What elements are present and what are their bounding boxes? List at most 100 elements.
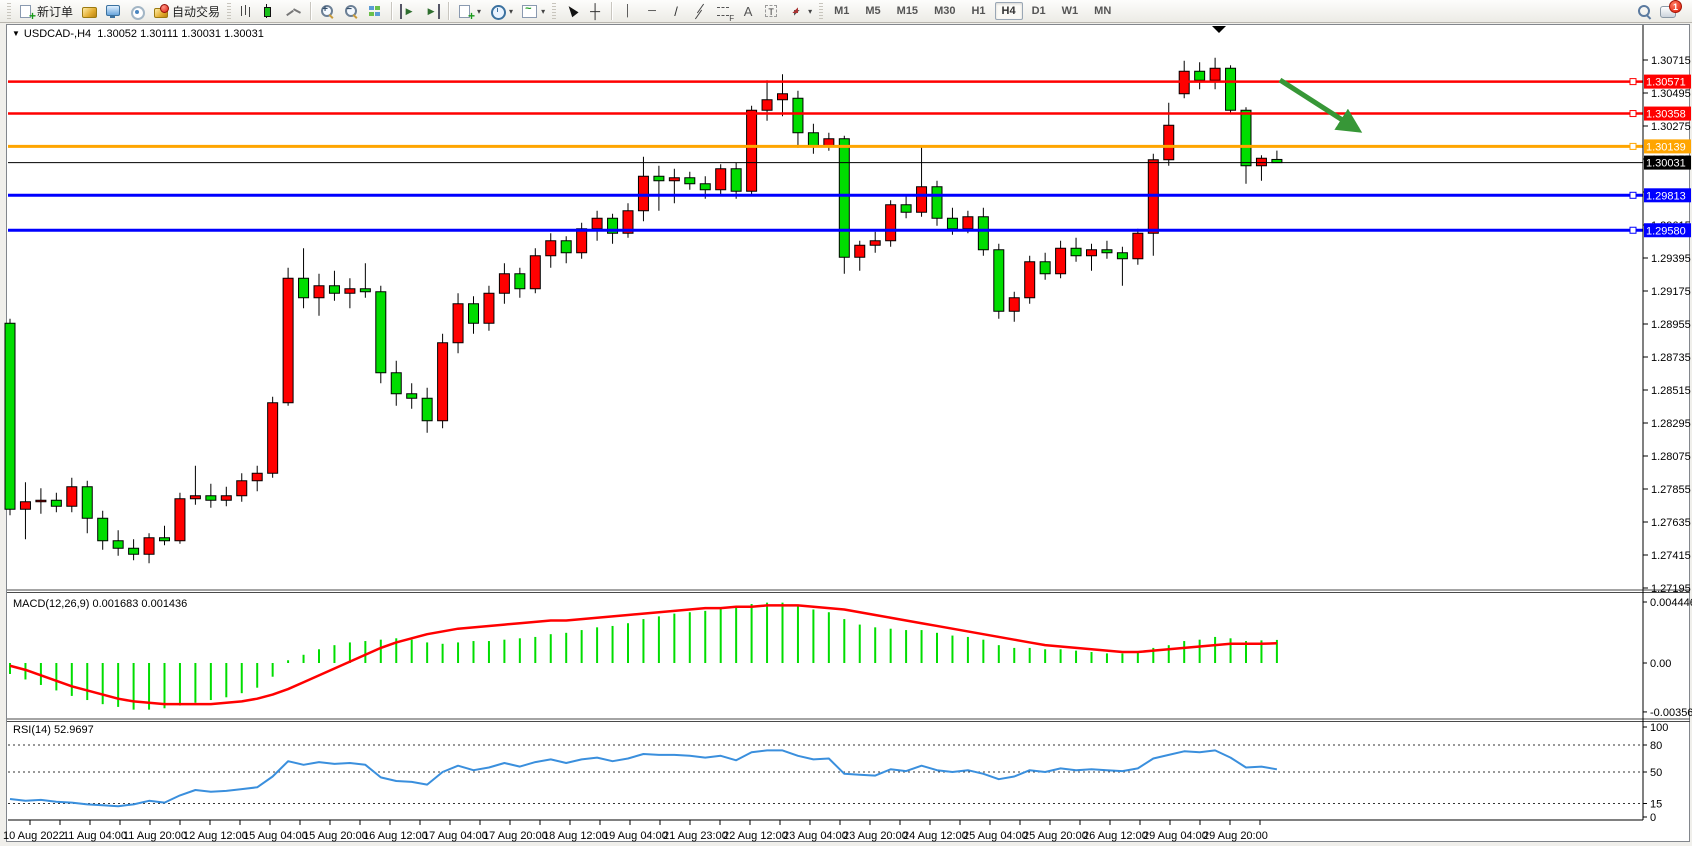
- candle-body: [252, 473, 262, 481]
- candle-body: [20, 502, 30, 510]
- price-tick-label: 1.28955: [1651, 319, 1691, 331]
- time-axis-label: 11 Aug 20:00: [123, 830, 187, 842]
- candle-body: [855, 245, 865, 257]
- candle-body: [947, 218, 957, 229]
- candle-body: [237, 481, 247, 496]
- rsi-tick-label: 80: [1650, 740, 1662, 752]
- candle-body: [67, 487, 77, 507]
- macd-tick-label: 0.00: [1650, 658, 1671, 670]
- line-handle[interactable]: [1630, 227, 1636, 233]
- candle-body: [453, 304, 463, 343]
- price-tick-label: 1.27195: [1651, 583, 1691, 595]
- candle-body: [299, 278, 309, 298]
- candle-body: [422, 398, 432, 421]
- price-tick-label: 1.30275: [1651, 121, 1691, 133]
- time-axis-label: 19 Aug 04:00: [603, 830, 668, 842]
- price-tag-label: 1.29813: [1646, 190, 1686, 202]
- candle-body: [1025, 262, 1035, 298]
- rsi-tick-label: 15: [1650, 799, 1662, 811]
- line-handle[interactable]: [1630, 79, 1636, 85]
- candle-body: [1117, 253, 1127, 259]
- candle-body: [438, 343, 448, 421]
- candle-body: [1133, 233, 1143, 259]
- price-tick-label: 1.28515: [1651, 385, 1691, 397]
- candle-body: [592, 218, 602, 229]
- price-tick-label: 1.27415: [1651, 550, 1691, 562]
- candle-body: [530, 256, 540, 289]
- candle-body: [376, 292, 386, 373]
- trend-arrow[interactable]: [1280, 80, 1358, 130]
- time-axis-label: 17 Aug 20:00: [483, 830, 548, 842]
- candle-body: [484, 293, 494, 323]
- candle-body: [499, 274, 509, 294]
- time-axis-label: 29 Aug 04:00: [1143, 830, 1208, 842]
- candle-body: [994, 250, 1004, 312]
- time-axis-label: 17 Aug 04:00: [423, 830, 488, 842]
- time-axis-label: 15 Aug 04:00: [243, 830, 308, 842]
- candle-body: [793, 98, 803, 133]
- candle-body: [129, 548, 139, 554]
- time-axis-label: 23 Aug 20:00: [843, 830, 908, 842]
- candle-body: [1195, 71, 1205, 80]
- price-tag-label: 1.30139: [1646, 141, 1686, 153]
- rsi-tick-label: 100: [1650, 722, 1668, 734]
- chart-title: ▼ USDCAD-,H4 1.30052 1.30111 1.30031 1.30…: [12, 28, 264, 40]
- candle-body: [1164, 125, 1174, 160]
- candle-body: [469, 304, 479, 324]
- candle-body: [700, 184, 710, 190]
- candle-body: [314, 286, 324, 298]
- candle-body: [221, 496, 231, 501]
- candle-body: [561, 241, 571, 253]
- line-handle[interactable]: [1630, 111, 1636, 117]
- time-axis-label: 24 Aug 12:00: [903, 830, 968, 842]
- time-axis-label: 29 Aug 20:00: [1203, 830, 1268, 842]
- candle-body: [685, 178, 695, 184]
- candle-body: [1226, 68, 1236, 110]
- line-handle[interactable]: [1630, 143, 1636, 149]
- candle-body: [1009, 298, 1019, 312]
- rsi-tick-label: 50: [1650, 767, 1662, 779]
- price-tick-label: 1.27635: [1651, 517, 1691, 529]
- chart-quote-ohlc: 1.30052 1.30111 1.30031 1.30031: [97, 28, 264, 40]
- candle-body: [778, 94, 788, 100]
- line-handle[interactable]: [1630, 192, 1636, 198]
- time-axis-label: 15 Aug 20:00: [303, 830, 368, 842]
- chart-shift-marker[interactable]: [1212, 26, 1226, 33]
- time-axis-label: 11 Aug 04:00: [63, 830, 127, 842]
- candle-body: [839, 139, 849, 258]
- chart-canvas[interactable]: 1.307151.304951.302751.300551.298351.296…: [0, 0, 1692, 846]
- macd-tick-label: -0.003566: [1650, 707, 1692, 719]
- time-axis-label: 23 Aug 04:00: [783, 830, 848, 842]
- candle-body: [747, 110, 757, 191]
- time-axis-label: 21 Aug 23:00: [663, 830, 728, 842]
- candle-body: [175, 499, 185, 541]
- price-tick-label: 1.30495: [1651, 88, 1691, 100]
- candle-body: [577, 229, 587, 253]
- chart-symbol: USDCAD-,H4: [24, 28, 91, 40]
- candle-body: [407, 394, 417, 399]
- price-tag-label: 1.30358: [1646, 109, 1686, 121]
- price-tick-label: 1.30715: [1651, 55, 1691, 67]
- candle-body: [283, 278, 293, 403]
- candle-body: [731, 169, 741, 192]
- price-tag-label: 1.29580: [1646, 225, 1686, 237]
- candle-body: [808, 133, 818, 147]
- candle-body: [160, 538, 170, 541]
- candle-body: [1071, 248, 1081, 256]
- collapse-icon[interactable]: ▼: [12, 29, 20, 38]
- candle-body: [190, 496, 200, 499]
- candle-body: [654, 176, 664, 181]
- candle-body: [546, 241, 556, 256]
- candle-body: [932, 187, 942, 219]
- rsi-label: RSI(14) 52.9697: [13, 724, 94, 736]
- time-axis-label: 26 Aug 12:00: [1083, 830, 1148, 842]
- candle-body: [638, 176, 648, 211]
- candle-body: [360, 289, 370, 292]
- time-axis-label: 12 Aug 12:00: [183, 830, 248, 842]
- macd-label: MACD(12,26,9) 0.001683 0.001436: [13, 598, 187, 610]
- time-axis-label: 18 Aug 12:00: [543, 830, 608, 842]
- candle-body: [1241, 110, 1251, 166]
- time-axis-label: 16 Aug 12:00: [363, 830, 428, 842]
- candle-body: [206, 496, 216, 501]
- candle-body: [901, 205, 911, 213]
